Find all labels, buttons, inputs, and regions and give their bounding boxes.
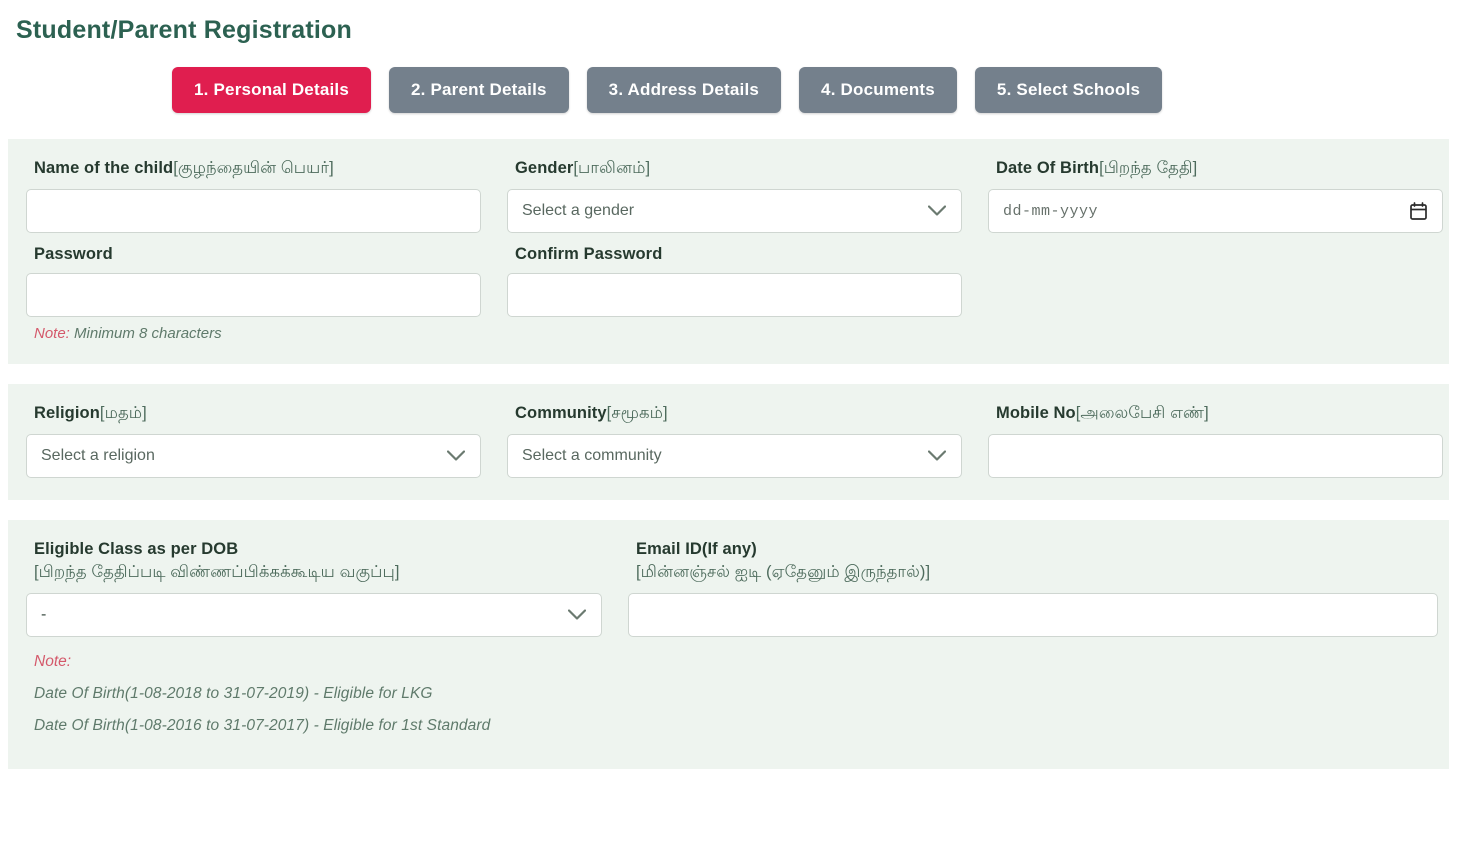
religion-field-group: Religion[மதம்] Select a religion <box>26 404 481 478</box>
password-input[interactable] <box>26 273 481 317</box>
eligibility-note-lkg: Date Of Birth(1-08-2018 to 31-07-2019) -… <box>34 685 433 702</box>
child-name-label-tamil: [குழந்தையின் பெயர்] <box>173 159 334 177</box>
religion-select-wrap[interactable]: Select a religion <box>26 434 481 478</box>
eligible-class-field-group: Eligible Class as per DOB [பிறந்த தேதிப்ப… <box>26 540 602 735</box>
eligible-class-select-wrap[interactable]: - <box>26 593 602 637</box>
email-field-group: Email ID(If any) [மின்னஞ்சல் ஐடி (ஏதேனும்… <box>628 540 1438 735</box>
dob-field-group: Date Of Birth[பிறந்த தேதி] dd-mm-yyyy <box>988 159 1443 233</box>
mobile-label: Mobile No[அலைபேசி எண்] <box>996 404 1209 422</box>
eligible-class-label-tamil: [பிறந்த தேதிப்படி விண்ணப்பிக்கக்கூடிய வக… <box>34 563 400 581</box>
religion-select[interactable]: Select a religion <box>26 434 481 478</box>
eligibility-note-heading: Note: <box>34 653 72 670</box>
email-input[interactable] <box>628 593 1438 637</box>
eligible-class-select[interactable]: - <box>26 593 602 637</box>
mobile-label-tamil: [அலைபேசி எண்] <box>1075 404 1209 422</box>
child-name-input[interactable] <box>26 189 481 233</box>
personal-row-2: Password Note: Minimum 8 characters Conf… <box>26 245 1431 342</box>
tab-personal-details[interactable]: 1. Personal Details <box>172 67 371 113</box>
community-label: Community[சமூகம்] <box>515 404 668 422</box>
password-field-group: Password Note: Minimum 8 characters <box>26 245 481 342</box>
mobile-input[interactable] <box>988 434 1443 478</box>
personal-details-panel: Name of the child[குழந்தையின் பெயர்] Gen… <box>8 139 1449 364</box>
tab-address-details[interactable]: 3. Address Details <box>586 67 782 113</box>
password-note-text: Minimum 8 characters <box>69 325 222 342</box>
eligibility-panel: Eligible Class as per DOB [பிறந்த தேதிப்ப… <box>8 520 1449 769</box>
community-select[interactable]: Select a community <box>507 434 962 478</box>
tab-documents[interactable]: 4. Documents <box>799 67 957 113</box>
dob-input-wrap[interactable]: dd-mm-yyyy <box>988 189 1443 233</box>
password-label: Password <box>34 245 113 263</box>
child-name-label: Name of the child[குழந்தையின் பெயர்] <box>34 159 334 177</box>
gender-select[interactable]: Select a gender <box>507 189 962 233</box>
confirm-password-input[interactable] <box>507 273 962 317</box>
community-field-group: Community[சமூகம்] Select a community <box>507 404 962 478</box>
personal-row2-spacer <box>988 245 1443 342</box>
community-label-tamil: [சமூகம்] <box>606 404 668 422</box>
demographics-panel: Religion[மதம்] Select a religion Communi… <box>8 384 1449 500</box>
personal-row-1: Name of the child[குழந்தையின் பெயர்] Gen… <box>26 159 1443 233</box>
demographics-row: Religion[மதம்] Select a religion Communi… <box>26 404 1443 478</box>
dob-input[interactable]: dd-mm-yyyy <box>988 189 1443 233</box>
tab-parent-details[interactable]: 2. Parent Details <box>388 67 569 113</box>
community-select-wrap[interactable]: Select a community <box>507 434 962 478</box>
confirm-password-field-group: Confirm Password <box>507 245 962 342</box>
eligible-class-label: Eligible Class as per DOB [பிறந்த தேதிப்ப… <box>34 540 602 584</box>
gender-label: Gender[பாலினம்] <box>515 159 651 177</box>
gender-field-group: Gender[பாலினம்] Select a gender <box>507 159 962 233</box>
dob-placeholder: dd-mm-yyyy <box>1003 203 1099 220</box>
religion-label: Religion[மதம்] <box>34 404 147 422</box>
tab-select-schools[interactable]: 5. Select Schools <box>974 67 1163 113</box>
email-label: Email ID(If any) [மின்னஞ்சல் ஐடி (ஏதேனும்… <box>636 540 1438 584</box>
mobile-field-group: Mobile No[அலைபேசி எண்] <box>988 404 1443 478</box>
eligibility-note-1st-standard: Date Of Birth(1-08-2016 to 31-07-2017) -… <box>34 717 491 734</box>
gender-label-tamil: [பாலினம்] <box>573 159 651 177</box>
email-label-tamil: [மின்னஞ்சல் ஐடி (ஏதேனும் இருந்தால்)] <box>636 563 931 581</box>
eligibility-row: Eligible Class as per DOB [பிறந்த தேதிப்ப… <box>26 540 1438 735</box>
confirm-password-label: Confirm Password <box>515 245 663 263</box>
religion-label-tamil: [மதம்] <box>99 404 147 422</box>
step-tabs: 1. Personal Details 2. Parent Details 3.… <box>0 45 1457 113</box>
password-note-keyword: Note: <box>34 325 70 342</box>
child-name-field-group: Name of the child[குழந்தையின் பெயர்] <box>26 159 481 233</box>
password-note: Note: Minimum 8 characters <box>34 325 481 342</box>
page-title: Student/Parent Registration <box>16 16 352 44</box>
dob-label: Date Of Birth[பிறந்த தேதி] <box>996 159 1198 177</box>
dob-label-tamil: [பிறந்த தேதி] <box>1099 159 1198 177</box>
gender-select-wrap[interactable]: Select a gender <box>507 189 962 233</box>
